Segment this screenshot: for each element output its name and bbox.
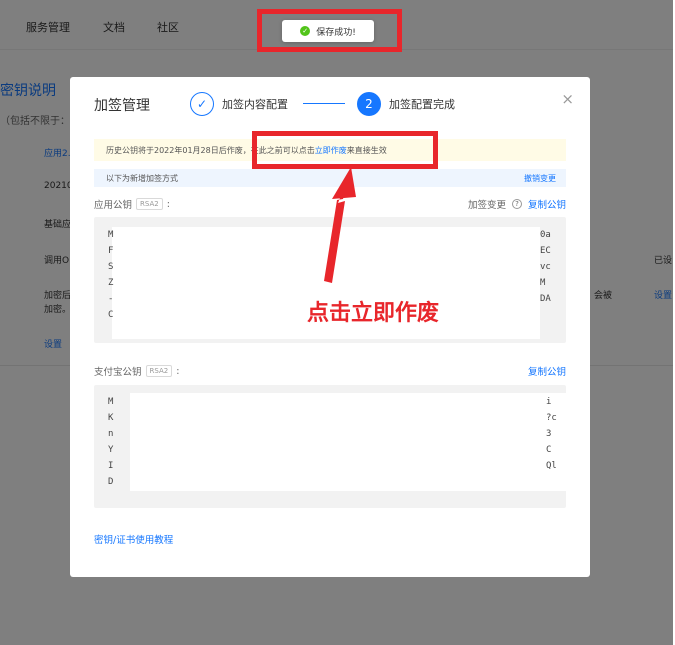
redaction-mask <box>130 393 567 491</box>
key-fragment: K <box>108 413 114 423</box>
warning-highlight-box <box>252 131 438 169</box>
annotation-text: 点击立即作废 <box>307 301 440 326</box>
key-fragment: - <box>108 294 114 304</box>
key-fragment: M <box>108 230 114 240</box>
change-signing-label[interactable]: 加签变更 <box>468 197 506 211</box>
alipay-key-box: M K n Y I D i ?c 3 C Ql <box>94 385 567 508</box>
copy-alipay-key-button[interactable]: 复制公钥 <box>528 364 566 378</box>
key-fragment: n <box>108 429 114 439</box>
key-fragment: ?c <box>546 413 557 423</box>
key-fragment: Z <box>108 278 114 288</box>
key-fragment: Ql <box>546 461 557 471</box>
rsa2-badge: RSA2 <box>145 365 173 377</box>
key-tutorial-link[interactable]: 密钥/证书使用教程 <box>94 532 173 546</box>
key-fragment: i <box>546 397 552 407</box>
revoke-change-link[interactable]: 撤销变更 <box>524 173 556 184</box>
question-icon[interactable]: ? <box>511 199 522 209</box>
step-2-number: 2 <box>357 92 381 116</box>
key-fragment: 3 <box>546 429 552 439</box>
info-text: 以下为新增加签方式 <box>106 173 178 183</box>
check-icon: ✓ <box>190 92 214 116</box>
app-key-label: 应用公钥 RSA2 : <box>94 198 170 211</box>
key-fragment: S <box>108 262 114 272</box>
step-2: 2 加签配置完成 <box>357 92 455 116</box>
key-fragment: EC <box>540 246 551 256</box>
key-fragment: C <box>108 310 114 320</box>
key-fragment: C <box>546 445 552 455</box>
key-fragment: F <box>108 246 114 256</box>
key-fragment: vc <box>540 262 551 272</box>
step-connector <box>303 103 345 104</box>
red-arrow-icon <box>324 167 356 283</box>
step-1: ✓ 加签内容配置 <box>190 92 288 116</box>
step-2-label: 加签配置完成 <box>389 98 455 111</box>
copy-app-key-button[interactable]: 复制公钥 <box>528 197 566 211</box>
key-fragment: D <box>108 477 114 487</box>
modal-title: 加签管理 <box>94 98 150 114</box>
toast-highlight-box <box>257 9 402 52</box>
rsa2-badge: RSA2 <box>136 198 163 210</box>
close-icon[interactable]: × <box>561 90 574 108</box>
key-fragment: M <box>540 278 546 288</box>
app-key-actions: 加签变更 ? 复制公钥 <box>468 197 566 211</box>
step-1-label: 加签内容配置 <box>222 98 288 111</box>
key-fragment: DA <box>540 294 551 304</box>
alipay-key-actions: 复制公钥 <box>528 364 566 378</box>
app-key-label-text: 应用公钥 <box>94 200 133 211</box>
key-fragment: 0a <box>540 230 551 240</box>
alipay-key-label: 支付宝公钥 RSA2 : <box>94 365 180 378</box>
key-fragment: Y <box>108 445 114 455</box>
alipay-key-label-text: 支付宝公钥 <box>94 367 142 378</box>
key-fragment: M <box>108 397 114 407</box>
key-fragment: I <box>108 461 114 471</box>
